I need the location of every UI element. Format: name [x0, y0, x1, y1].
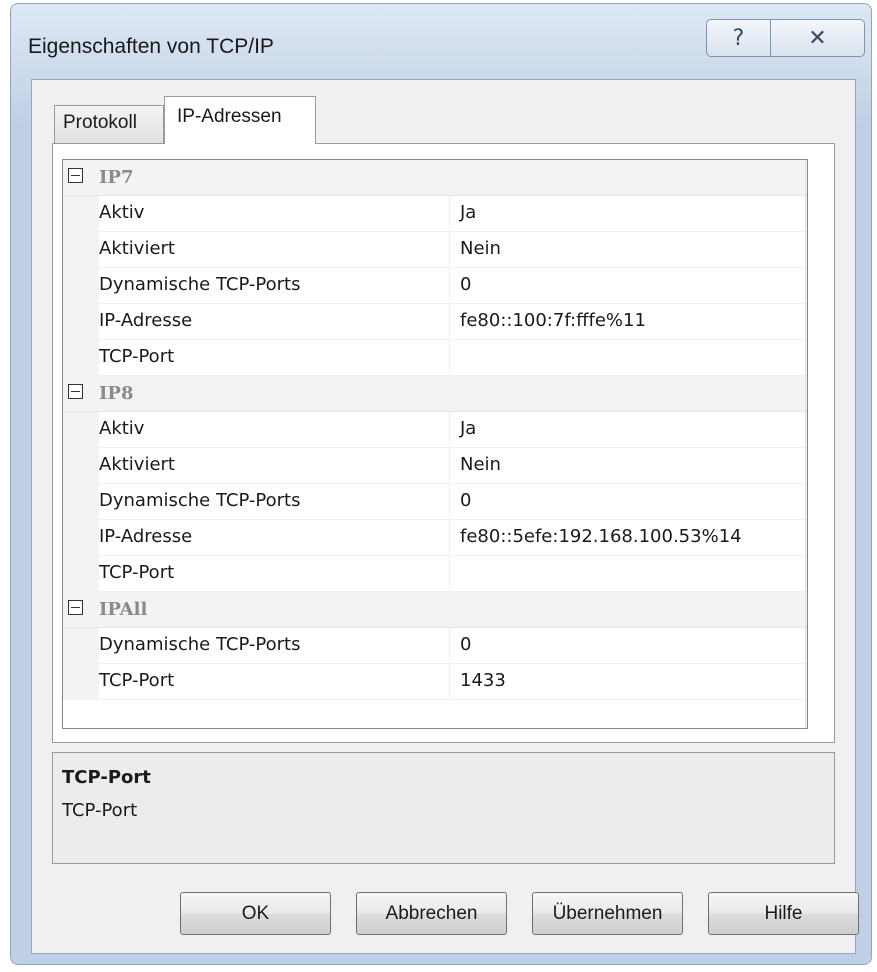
property-row[interactable]: Aktiviert Nein: [63, 448, 805, 484]
property-value[interactable]: Ja: [450, 196, 805, 232]
property-name: Aktiviert: [99, 448, 449, 484]
category-ipall: IPAll: [63, 592, 805, 628]
property-name: IP-Adresse: [99, 304, 449, 340]
category-label: IPAll: [99, 599, 148, 620]
row-gutter: [63, 268, 99, 304]
property-row[interactable]: TCP-Port 1433: [63, 664, 805, 700]
category-ip7: IP7: [63, 160, 805, 196]
property-row[interactable]: IP-Adresse fe80::5efe:192.168.100.53%14: [63, 520, 805, 556]
row-gutter: [63, 484, 99, 520]
property-row[interactable]: Aktiv Ja: [63, 196, 805, 232]
property-row[interactable]: Aktiv Ja: [63, 412, 805, 448]
row-gutter: [63, 628, 99, 664]
tab-protokoll[interactable]: Protokoll: [54, 105, 164, 143]
property-name: Dynamische TCP-Ports: [99, 628, 449, 664]
property-name: TCP-Port: [99, 340, 449, 376]
help-caption-button[interactable]: ?: [706, 19, 771, 57]
help-button[interactable]: Hilfe: [708, 892, 859, 935]
row-gutter: [63, 448, 99, 484]
row-gutter: [63, 196, 99, 232]
property-name: Aktiviert: [99, 232, 449, 268]
property-value[interactable]: 1433: [450, 664, 805, 700]
property-value[interactable]: Nein: [450, 448, 805, 484]
tab-page-ip-adressen: IP7 Aktiv Ja Aktiviert Nein Dynamische TCP-Po…: [52, 143, 835, 743]
window-title: Eigenschaften von TCP/IP: [28, 35, 274, 58]
close-button[interactable]: ✕: [771, 19, 865, 57]
property-value[interactable]: [450, 556, 805, 592]
description-text: TCP-Port: [62, 800, 138, 821]
property-grid: IP7 Aktiv Ja Aktiviert Nein Dynamische TCP-Po…: [62, 159, 808, 729]
description-title: TCP-Port: [62, 767, 151, 788]
property-row[interactable]: Dynamische TCP-Ports 0: [63, 268, 805, 304]
property-name: Dynamische TCP-Ports: [99, 268, 449, 304]
collapse-icon[interactable]: [68, 168, 83, 183]
title-bar: Eigenschaften von TCP/IP ? ✕: [11, 4, 871, 84]
property-value[interactable]: [450, 340, 805, 376]
description-panel: TCP-Port TCP-Port: [52, 752, 835, 864]
property-value[interactable]: Ja: [450, 412, 805, 448]
close-icon: ✕: [808, 25, 827, 51]
row-gutter: [63, 304, 99, 340]
property-name: TCP-Port: [99, 556, 449, 592]
property-grid-rows: IP7 Aktiv Ja Aktiviert Nein Dynamische TCP-Po…: [63, 160, 805, 700]
property-row[interactable]: TCP-Port: [63, 340, 805, 376]
property-value[interactable]: 0: [450, 484, 805, 520]
tab-ip-adressen[interactable]: IP-Adressen: [164, 96, 316, 144]
property-name: Dynamische TCP-Ports: [99, 484, 449, 520]
row-gutter: [63, 412, 99, 448]
property-row[interactable]: Dynamische TCP-Ports 0: [63, 484, 805, 520]
vertical-scrollbar[interactable]: ▲ ▼: [805, 160, 807, 728]
scroll-up-arrow-icon[interactable]: ▲: [806, 160, 807, 190]
properties-dialog: Eigenschaften von TCP/IP ? ✕ Protokoll I…: [10, 3, 872, 965]
property-value[interactable]: Nein: [450, 232, 805, 268]
property-value[interactable]: 0: [450, 268, 805, 304]
collapse-icon[interactable]: [68, 384, 83, 399]
property-value[interactable]: 0: [450, 628, 805, 664]
row-gutter: [63, 232, 99, 268]
ok-button[interactable]: OK: [180, 892, 331, 935]
cancel-button[interactable]: Abbrechen: [356, 892, 507, 935]
property-row[interactable]: Dynamische TCP-Ports 0: [63, 628, 805, 664]
property-row[interactable]: TCP-Port: [63, 556, 805, 592]
apply-button[interactable]: Übernehmen: [532, 892, 683, 935]
property-name: Aktiv: [99, 196, 449, 232]
dialog-client-area: Protokoll IP-Adressen IP7 Aktiv Ja Aktivier…: [31, 79, 859, 954]
property-name: IP-Adresse: [99, 520, 449, 556]
row-gutter: [63, 664, 99, 700]
property-name: Aktiv: [99, 412, 449, 448]
row-gutter: [63, 556, 99, 592]
tab-protokoll-label: Protokoll: [63, 112, 137, 133]
question-mark-icon: ?: [732, 25, 745, 51]
category-label: IP8: [99, 383, 134, 404]
category-ip8: IP8: [63, 376, 805, 412]
property-row[interactable]: Aktiviert Nein: [63, 232, 805, 268]
row-gutter: [63, 340, 99, 376]
property-value[interactable]: fe80::100:7f:fffe%11: [450, 304, 805, 340]
tab-ip-adressen-label: IP-Adressen: [177, 106, 282, 127]
property-name: TCP-Port: [99, 664, 449, 700]
property-value[interactable]: fe80::5efe:192.168.100.53%14: [450, 520, 805, 556]
category-label: IP7: [99, 167, 134, 188]
collapse-icon[interactable]: [68, 600, 83, 615]
scroll-down-arrow-icon[interactable]: ▼: [806, 698, 807, 728]
property-row[interactable]: IP-Adresse fe80::100:7f:fffe%11: [63, 304, 805, 340]
row-gutter: [63, 520, 99, 556]
